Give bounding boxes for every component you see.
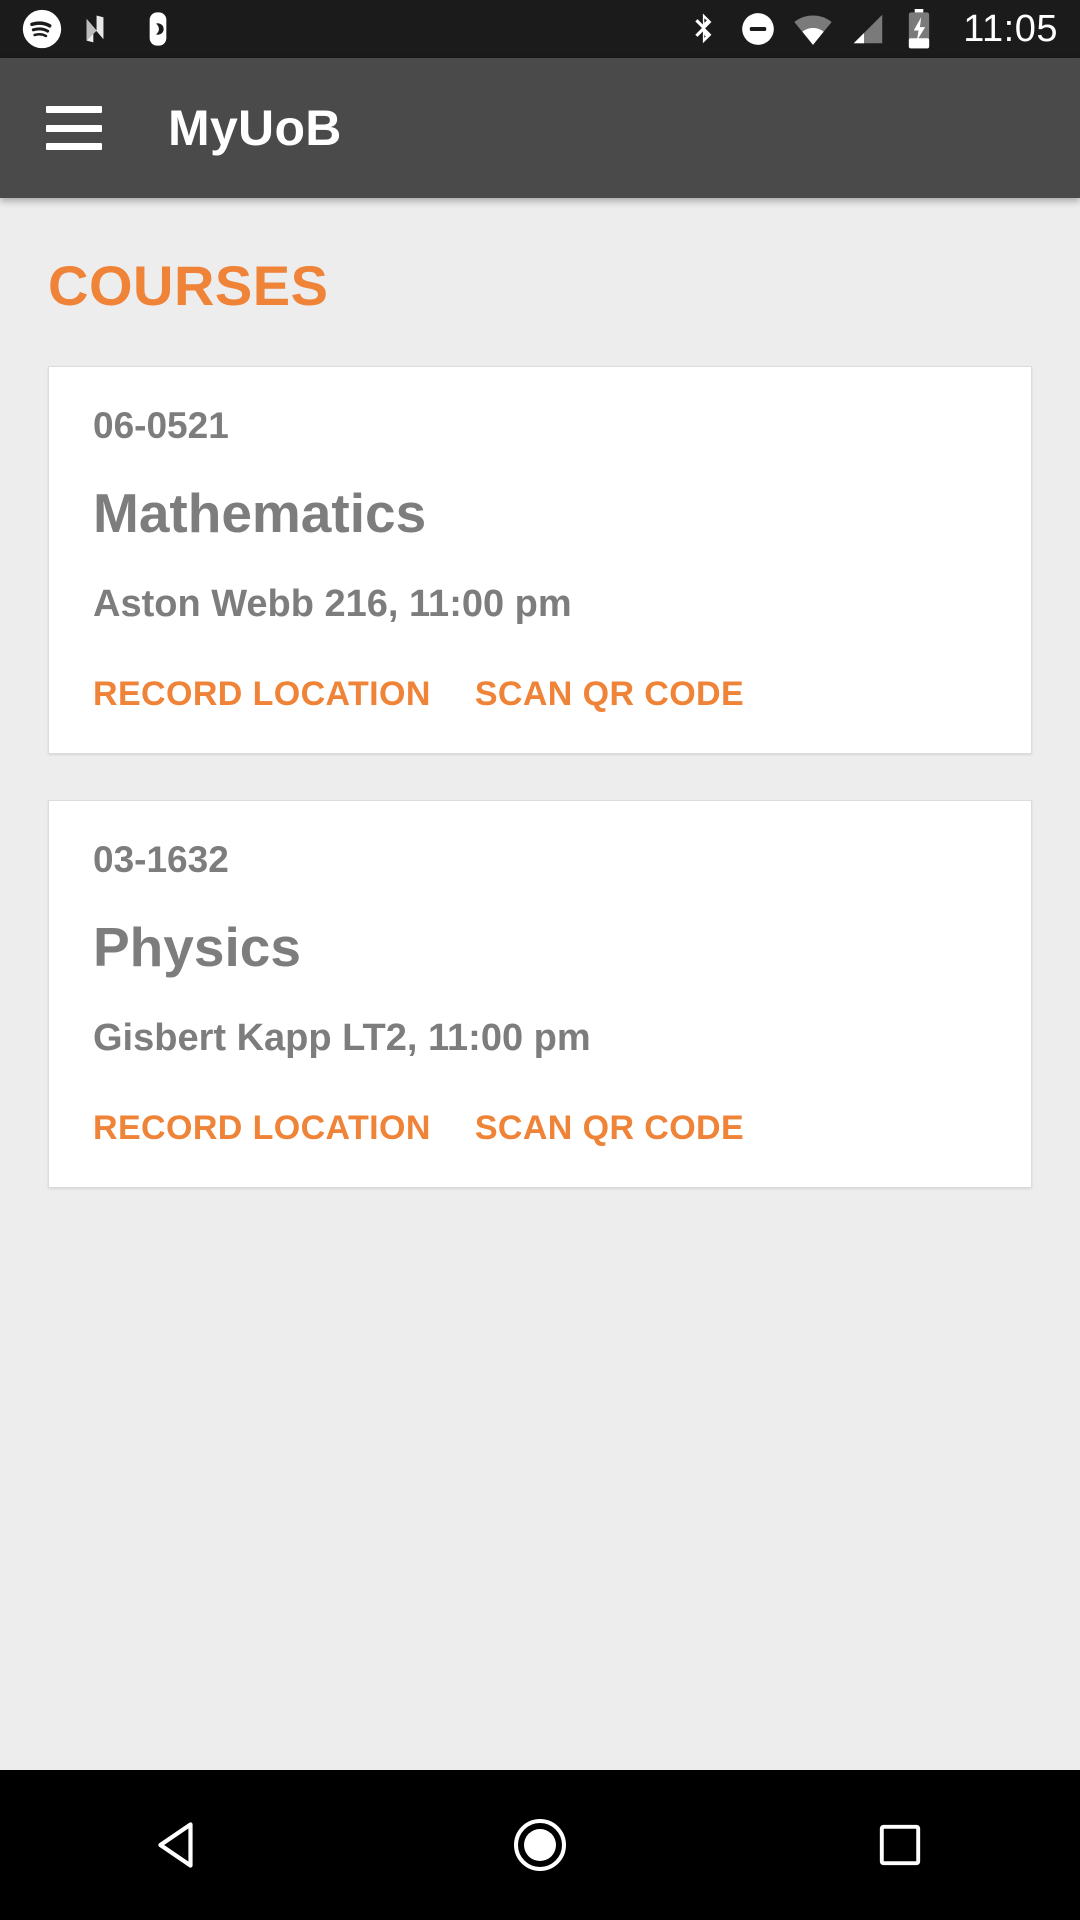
course-card-actions: RECORD LOCATION SCAN QR CODE [93, 677, 987, 711]
status-bar-clock: 11:05 [963, 8, 1058, 50]
status-bar: 11:05 [0, 0, 1080, 58]
home-button[interactable] [465, 1770, 615, 1920]
battery-charging-icon [909, 9, 930, 49]
spotify-icon [22, 9, 62, 49]
course-card[interactable]: 06-0521 Mathematics Aston Webb 216, 11:0… [48, 366, 1032, 754]
scan-qr-code-button[interactable]: SCAN QR CODE [475, 1111, 744, 1145]
course-name: Physics [93, 916, 301, 978]
cellular-signal-icon [853, 14, 883, 44]
course-card-actions: RECORD LOCATION SCAN QR CODE [93, 1111, 987, 1145]
bluetooth-icon [695, 13, 712, 44]
record-location-button[interactable]: RECORD LOCATION [93, 1111, 431, 1145]
phone-screen: 11:05 MyUoB COURSES 06-0521 Mathematics … [0, 0, 1080, 1920]
courses-list: 06-0521 Mathematics Aston Webb 216, 11:0… [0, 314, 1080, 1188]
status-bar-notification-icons [22, 9, 178, 49]
course-location-time: Aston Webb 216, 11:00 pm [93, 583, 572, 625]
do-not-disturb-icon [742, 13, 775, 45]
scan-qr-code-button[interactable]: SCAN QR CODE [475, 677, 744, 711]
course-name: Mathematics [93, 482, 427, 544]
home-circle-icon [513, 1818, 567, 1872]
hamburger-bar-1 [46, 106, 102, 113]
recents-button[interactable] [825, 1770, 975, 1920]
back-triangle-icon [158, 1822, 193, 1868]
android-navigation-bar [0, 1770, 1080, 1920]
back-button[interactable] [105, 1770, 255, 1920]
hamburger-bar-3 [46, 143, 102, 150]
crescent-moon-icon [149, 12, 167, 46]
wifi-icon [794, 15, 832, 45]
course-code: 03-1632 [93, 839, 229, 880]
record-location-button[interactable]: RECORD LOCATION [93, 677, 431, 711]
app-title: MyUoB [168, 100, 342, 156]
hamburger-bar-2 [46, 124, 102, 132]
hamburger-menu-icon[interactable] [46, 106, 102, 150]
page-title: COURSES [48, 254, 329, 317]
course-code: 06-0521 [93, 405, 229, 446]
status-bar-system-icons: 11:05 [685, 9, 1058, 49]
android-n-icon [86, 15, 104, 43]
recents-square-icon [879, 1824, 921, 1866]
app-toolbar: MyUoB [0, 58, 1080, 198]
main-content: COURSES 06-0521 Mathematics Aston Webb 2… [0, 198, 1080, 1770]
course-card[interactable]: 03-1632 Physics Gisbert Kapp LT2, 11:00 … [48, 800, 1032, 1188]
course-location-time: Gisbert Kapp LT2, 11:00 pm [93, 1017, 591, 1059]
